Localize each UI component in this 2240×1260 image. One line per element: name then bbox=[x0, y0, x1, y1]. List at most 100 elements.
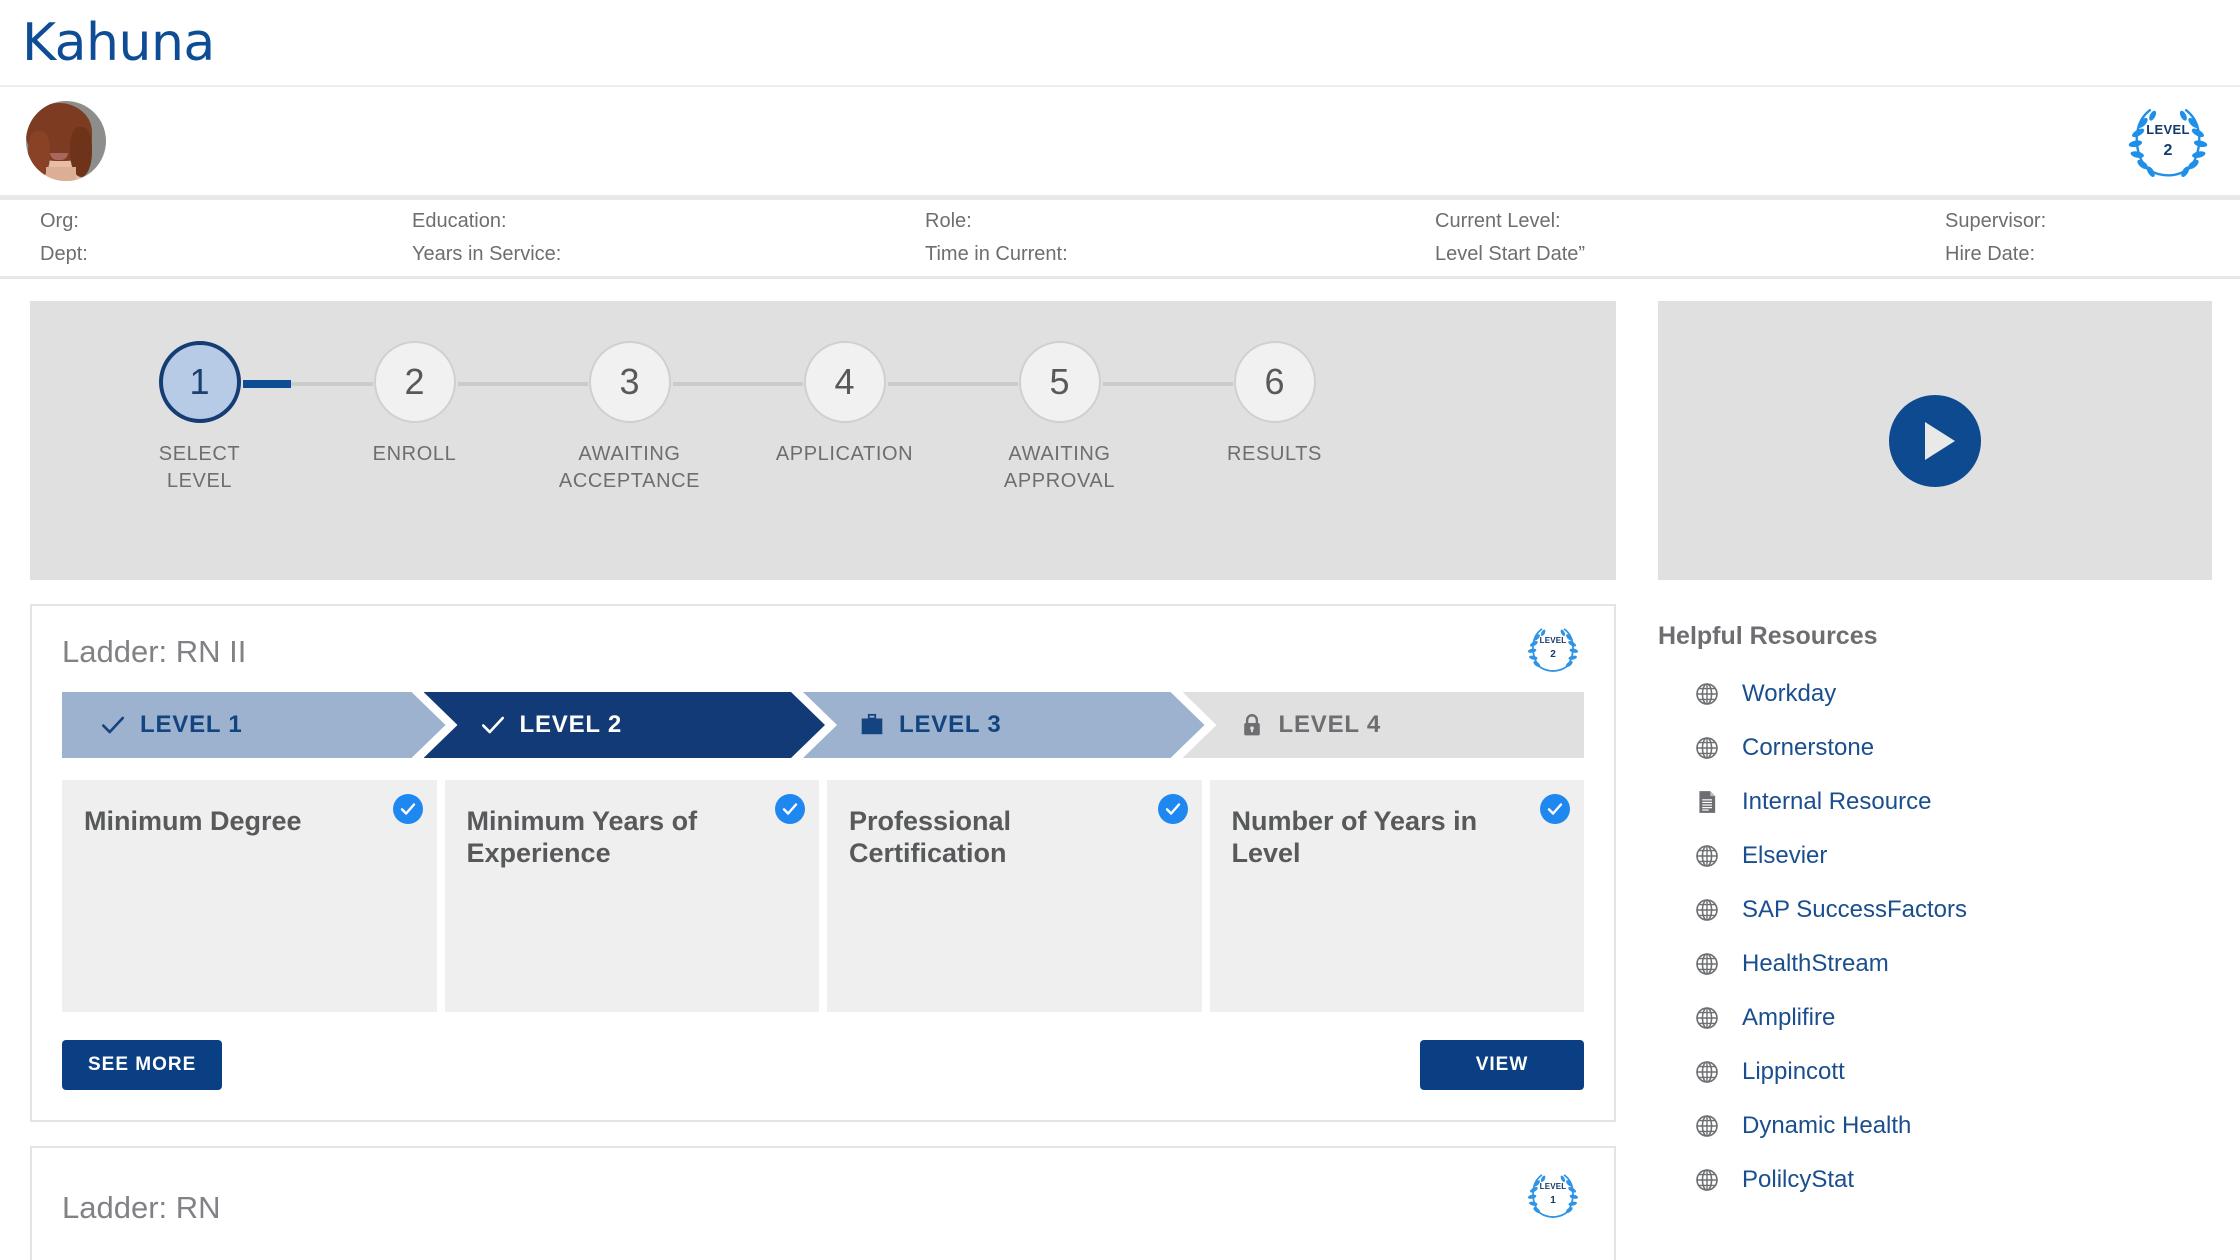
play-triangle bbox=[1925, 421, 1955, 460]
profile-bar: LEVEL 2 bbox=[0, 87, 2240, 197]
resource-link-dynamic-health[interactable]: Dynamic Health bbox=[1658, 1099, 2212, 1153]
stepper-step-6[interactable]: 6 RESULTS bbox=[1167, 341, 1382, 468]
left-column: 1 SELECT LEVEL 2 ENROLL 3 AWAITING ACCEPTA… bbox=[30, 301, 1616, 1260]
stepper-step-1[interactable]: 1 SELECT LEVEL bbox=[92, 341, 373, 495]
progress-stepper-panel: 1 SELECT LEVEL 2 ENROLL 3 AWAITING ACCEPTA… bbox=[30, 301, 1616, 580]
resource-link-workday[interactable]: Workday bbox=[1658, 667, 2212, 721]
stepper-step-4[interactable]: 4 APPLICATION bbox=[737, 341, 1018, 468]
briefcase-icon bbox=[859, 712, 885, 738]
stepper-step-label: SELECT LEVEL bbox=[158, 443, 241, 492]
resource-link-label: Lippincott bbox=[1742, 1058, 1845, 1085]
level-badge-number: 2 bbox=[2163, 141, 2173, 159]
requirement-card[interactable]: Professional Certification bbox=[827, 780, 1202, 1012]
info-label-time-in-current: Time in Current: bbox=[925, 243, 1068, 265]
resource-link-lippincott[interactable]: Lippincott bbox=[1658, 1045, 2212, 1099]
level-chevron-label: LEVEL 4 bbox=[1278, 711, 1382, 738]
stepper-step-number: 4 bbox=[803, 341, 886, 423]
level-chevron-3[interactable]: LEVEL 3 bbox=[803, 692, 1205, 758]
info-label-org: Org: bbox=[40, 210, 79, 232]
globe-icon bbox=[1694, 1059, 1732, 1085]
level-chevron-label: LEVEL 3 bbox=[899, 711, 1002, 738]
stepper-step-number: 1 bbox=[158, 341, 241, 423]
requirement-check-badge bbox=[1157, 794, 1188, 824]
ladder-title: Ladder: RN II bbox=[62, 634, 247, 669]
resource-link-label: Amplifire bbox=[1742, 1004, 1836, 1031]
view-button[interactable]: VIEW bbox=[1420, 1040, 1584, 1090]
globe-icon bbox=[1696, 1061, 1718, 1083]
laurel-wreath-icon bbox=[2128, 109, 2208, 177]
info-label-dept: Dept: bbox=[40, 243, 88, 265]
helpful-resources-list: Workday Cornerstone Internal Resource El… bbox=[1658, 667, 2212, 1207]
globe-icon bbox=[1694, 843, 1732, 869]
level-chevron-4[interactable]: LEVEL 4 bbox=[1182, 692, 1584, 758]
stepper-step-label: AWAITING ACCEPTANCE bbox=[558, 443, 701, 492]
app-header: Kahuna bbox=[0, 0, 2240, 87]
stepper-connector bbox=[672, 382, 803, 386]
globe-icon bbox=[1696, 845, 1718, 867]
info-group-org: Org: Dept: bbox=[40, 210, 412, 266]
right-column: Helpful Resources Workday Cornerstone In… bbox=[1658, 301, 2212, 1260]
employee-info-bar: Org: Dept: Education: Years in Service: … bbox=[0, 197, 2240, 279]
globe-icon bbox=[1696, 737, 1718, 759]
info-label-supervisor: Supervisor: bbox=[1945, 210, 2047, 232]
intro-video-panel[interactable] bbox=[1658, 301, 2212, 580]
resource-link-label: PolilcyStat bbox=[1742, 1166, 1855, 1193]
level-chevron-label: LEVEL 1 bbox=[140, 711, 243, 738]
globe-icon bbox=[1694, 1113, 1732, 1139]
globe-icon bbox=[1696, 1169, 1718, 1191]
progress-stepper: 1 SELECT LEVEL 2 ENROLL 3 AWAITING ACCEPTA… bbox=[30, 341, 1616, 495]
resource-link-label: Elsevier bbox=[1742, 842, 1828, 869]
level-chevron-1[interactable]: LEVEL 1 bbox=[62, 692, 446, 758]
resource-link-label: Dynamic Health bbox=[1742, 1112, 1912, 1139]
requirement-card[interactable]: Minimum Degree bbox=[62, 780, 437, 1012]
resource-link-amplifire[interactable]: Amplifire bbox=[1658, 991, 2212, 1045]
avatar[interactable] bbox=[26, 101, 106, 181]
requirement-title: Number of Years in Level bbox=[1231, 806, 1478, 868]
globe-icon bbox=[1696, 899, 1718, 921]
requirement-card[interactable]: Number of Years in Level bbox=[1209, 780, 1584, 1012]
current-level-badge: LEVEL 2 bbox=[2122, 103, 2214, 179]
check-icon bbox=[100, 712, 126, 738]
check-icon bbox=[480, 712, 506, 738]
resource-link-cornerstone[interactable]: Cornerstone bbox=[1658, 721, 2212, 775]
resource-link-polilcystat[interactable]: PolilcyStat bbox=[1658, 1153, 2212, 1207]
stepper-step-2[interactable]: 2 ENROLL bbox=[307, 341, 588, 468]
see-more-button[interactable]: SEE MORE bbox=[62, 1040, 223, 1090]
resource-link-healthstream[interactable]: HealthStream bbox=[1658, 937, 2212, 991]
stepper-step-number: 5 bbox=[1018, 341, 1101, 423]
check-icon bbox=[480, 712, 506, 738]
level-chevron-2[interactable]: LEVEL 2 bbox=[424, 692, 826, 758]
info-group-supervisor: Supervisor: Hire Date: bbox=[1945, 210, 2046, 266]
resource-link-internal-resource[interactable]: Internal Resource bbox=[1658, 775, 2212, 829]
globe-icon bbox=[1694, 735, 1732, 761]
helpful-resources-title: Helpful Resources bbox=[1658, 622, 1878, 650]
globe-icon bbox=[1696, 953, 1718, 975]
stepper-connector bbox=[242, 380, 373, 388]
globe-icon bbox=[1694, 681, 1732, 707]
info-label-education: Education: bbox=[412, 210, 507, 232]
resource-link-sap-successfactors[interactable]: SAP SuccessFactors bbox=[1658, 883, 2212, 937]
globe-icon bbox=[1694, 1005, 1732, 1031]
ladder-badge-word-2: LEVEL bbox=[1539, 1182, 1567, 1191]
check-icon bbox=[1547, 803, 1563, 815]
ladder-card-rn-ii: Ladder: RN II LEVEL 2 LEVEL 1 LEVEL 2 LE… bbox=[30, 604, 1616, 1122]
check-icon bbox=[100, 712, 126, 738]
resource-link-elsevier[interactable]: Elsevier bbox=[1658, 829, 2212, 883]
requirement-title: Professional Certification bbox=[849, 806, 1012, 868]
ladder-card-rn: Ladder: RN LEVEL 1 bbox=[30, 1146, 1616, 1260]
stepper-step-number: 6 bbox=[1233, 341, 1316, 423]
lock-icon bbox=[1239, 712, 1265, 738]
avatar-neck bbox=[46, 167, 76, 181]
play-icon[interactable] bbox=[1889, 394, 1981, 487]
app-logo: Kahuna bbox=[22, 12, 215, 73]
stepper-step-3[interactable]: 3 AWAITING ACCEPTANCE bbox=[522, 341, 803, 495]
requirement-check-badge bbox=[1540, 794, 1570, 824]
ladder-level-badge-2: LEVEL 1 bbox=[1524, 1170, 1582, 1220]
info-label-hire-date: Hire Date: bbox=[1945, 243, 2036, 265]
lock-icon bbox=[1243, 714, 1260, 736]
stepper-connector bbox=[457, 382, 588, 386]
requirement-card[interactable]: Minimum Years of Experience bbox=[444, 780, 819, 1012]
stepper-step-5[interactable]: 5 AWAITING APPROVAL bbox=[952, 341, 1233, 495]
stepper-connector bbox=[1102, 382, 1233, 386]
level-chevron-bar: LEVEL 1 LEVEL 2 LEVEL 3 LEVEL 4 bbox=[62, 692, 1584, 758]
